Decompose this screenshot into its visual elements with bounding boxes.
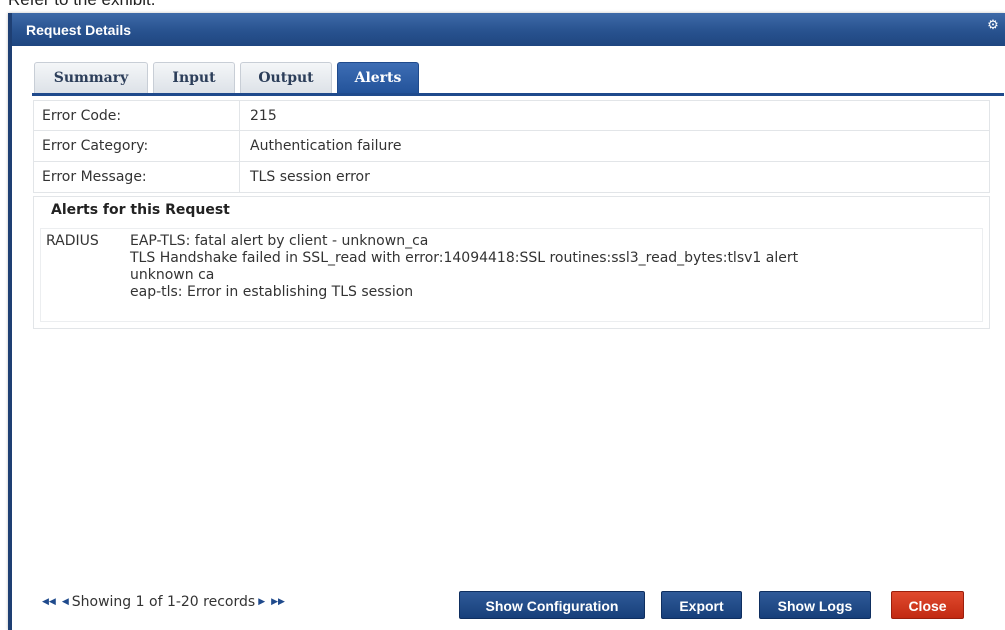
alerts-heading: Alerts for this Request <box>51 202 230 218</box>
detail-value: 215 <box>250 107 277 124</box>
alert-line: TLS Handshake failed in SSL_read with er… <box>130 250 799 266</box>
tab-summary[interactable]: Summary <box>34 62 148 93</box>
detail-value: Authentication failure <box>250 138 402 154</box>
detail-label: Error Code: <box>34 101 240 130</box>
alert-source: RADIUS <box>46 233 99 249</box>
show-configuration-button[interactable]: Show Configuration <box>459 591 645 619</box>
alerts-panel: Alerts for this Request RADIUS EAP-TLS: … <box>33 196 990 329</box>
first-page-icon[interactable]: ◀◀ <box>42 597 56 607</box>
alert-line: eap-tls: Error in establishing TLS sessi… <box>130 284 414 300</box>
pager-text: Showing 1 of 1-20 records <box>71 594 256 610</box>
tab-output[interactable]: Output <box>240 62 332 93</box>
detail-label: Error Category: <box>34 131 240 161</box>
gear-icon[interactable]: ⚙ <box>986 19 1000 33</box>
detail-row-error-category: Error Category: Authentication failure <box>33 131 990 162</box>
close-button[interactable]: Close <box>891 591 964 619</box>
detail-row-error-code: Error Code: 215 <box>33 100 990 131</box>
previous-page-icon[interactable]: ◀ <box>62 597 69 607</box>
alert-line: unknown ca <box>130 267 215 283</box>
detail-label: Error Message: <box>34 162 240 192</box>
alert-entry: RADIUS EAP-TLS: fatal alert by client - … <box>40 228 983 322</box>
pager: ◀◀ ◀ Showing 1 of 1-20 records ▶ ▶▶ <box>39 594 288 610</box>
dialog-titlebar: Request Details ⚙ <box>12 13 1005 46</box>
last-page-icon[interactable]: ▶▶ <box>271 597 285 607</box>
error-details-table: Error Code: 215 Error Category: Authenti… <box>33 100 990 200</box>
request-details-dialog: Request Details ⚙ Summary Input Output A… <box>8 13 1005 630</box>
dialog-footer: ◀◀ ◀ Showing 1 of 1-20 records ▶ ▶▶ Show… <box>33 584 1002 624</box>
exhibit-caption-text: Refer to the exhibit. <box>8 0 155 10</box>
exhibit-caption: Refer to the exhibit. <box>0 0 1005 12</box>
detail-row-error-message: Error Message: TLS session error <box>33 162 990 193</box>
dialog-title: Request Details <box>26 22 132 38</box>
detail-value: TLS session error <box>250 169 370 185</box>
export-button[interactable]: Export <box>661 591 742 619</box>
next-page-icon[interactable]: ▶ <box>258 597 265 607</box>
tab-underline <box>32 93 1004 96</box>
show-logs-button[interactable]: Show Logs <box>759 591 871 619</box>
alert-message: EAP-TLS: fatal alert by client - unknown… <box>130 233 980 301</box>
alert-line: EAP-TLS: fatal alert by client - unknown… <box>130 233 429 249</box>
tab-input[interactable]: Input <box>153 62 235 93</box>
tab-alerts[interactable]: Alerts <box>337 62 419 93</box>
